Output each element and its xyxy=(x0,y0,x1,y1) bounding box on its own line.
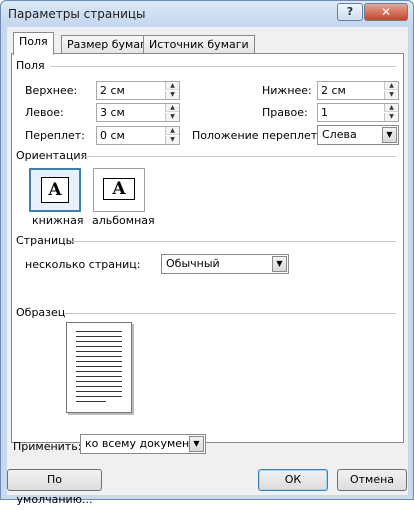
gutter-spinner[interactable]: 0 см ▲ ▼ xyxy=(96,126,180,145)
window-title: Параметры страницы xyxy=(8,7,146,21)
spin-up-icon[interactable]: ▲ xyxy=(165,127,179,135)
tab-paper-source[interactable]: Источник бумаги xyxy=(143,35,255,53)
sample-section-label: Образец xyxy=(16,306,66,319)
ok-button[interactable]: ОК xyxy=(258,469,328,491)
multiple-pages-select[interactable]: Обычный ▼ xyxy=(161,254,289,274)
orientation-section-label: Ориентация xyxy=(16,149,88,162)
top-margin-spinner[interactable]: 2 см ▲ ▼ xyxy=(96,81,180,100)
spin-down-icon[interactable]: ▼ xyxy=(384,113,398,121)
apply-to-select[interactable]: ко всему документу ▼ xyxy=(80,434,206,454)
pages-section-label: Страницы xyxy=(16,234,75,247)
spin-down-icon[interactable]: ▼ xyxy=(165,91,179,99)
chevron-down-icon[interactable]: ▼ xyxy=(189,436,204,452)
margins-section-label: Поля xyxy=(16,59,45,72)
portrait-label: книжная xyxy=(32,214,84,227)
right-margin-label: Правое: xyxy=(262,106,308,119)
gutter-position-label: Положение переплета: xyxy=(192,129,328,142)
portrait-button[interactable]: A xyxy=(29,168,81,212)
gutter-position-select[interactable]: Слева ▼ xyxy=(317,125,399,145)
apply-to-value: ко всему документу xyxy=(85,437,203,450)
spin-down-icon[interactable]: ▼ xyxy=(384,91,398,99)
bottom-margin-spinner[interactable]: 2 см ▲ ▼ xyxy=(317,81,399,100)
right-margin-value: 1 xyxy=(321,106,328,119)
apply-to-label: Применить: xyxy=(13,440,82,453)
top-margin-value: 2 см xyxy=(100,84,125,97)
help-button[interactable]: ? xyxy=(337,3,363,21)
landscape-page-icon: A xyxy=(103,178,135,200)
title-bar: Параметры страницы ? ✕ xyxy=(1,1,413,27)
cancel-button[interactable]: Отмена xyxy=(337,469,407,491)
dialog-body: Поля Размер бумаги Источник бумаги Поля … xyxy=(7,27,408,506)
bottom-margin-label: Нижнее: xyxy=(262,84,312,97)
spin-up-icon[interactable]: ▲ xyxy=(165,104,179,112)
left-margin-spinner[interactable]: 3 см ▲ ▼ xyxy=(96,103,180,122)
close-button[interactable]: ✕ xyxy=(364,3,408,21)
multiple-pages-value: Обычный xyxy=(166,257,220,270)
top-margin-label: Верхнее: xyxy=(25,84,78,97)
chevron-down-icon[interactable]: ▼ xyxy=(382,127,397,143)
right-margin-spinner[interactable]: 1 ▲ ▼ xyxy=(317,103,399,122)
gutter-position-value: Слева xyxy=(322,128,357,141)
left-margin-label: Левое: xyxy=(25,106,64,119)
bottom-margin-value: 2 см xyxy=(321,84,346,97)
gutter-label: Переплет: xyxy=(25,129,85,142)
gutter-value: 0 см xyxy=(100,129,125,142)
spin-down-icon[interactable]: ▼ xyxy=(165,113,179,121)
landscape-button[interactable]: A xyxy=(93,168,145,212)
spin-up-icon[interactable]: ▲ xyxy=(165,82,179,90)
left-margin-value: 3 см xyxy=(100,106,125,119)
landscape-label: альбомная xyxy=(92,214,155,227)
divider xyxy=(50,66,396,67)
spin-up-icon[interactable]: ▲ xyxy=(384,82,398,90)
divider xyxy=(72,241,396,242)
set-default-button[interactable]: По умолчанию... xyxy=(7,469,102,506)
spin-down-icon[interactable]: ▼ xyxy=(165,136,179,144)
divider xyxy=(64,313,396,314)
page-setup-dialog: Параметры страницы ? ✕ Поля Размер бумаг… xyxy=(0,0,414,506)
multiple-pages-label: несколько страниц: xyxy=(25,258,141,271)
divider xyxy=(84,156,396,157)
spin-up-icon[interactable]: ▲ xyxy=(384,104,398,112)
tab-margins[interactable]: Поля xyxy=(13,32,54,55)
portrait-page-icon: A xyxy=(41,177,69,203)
chevron-down-icon[interactable]: ▼ xyxy=(272,256,287,272)
sample-page-preview xyxy=(66,322,132,413)
